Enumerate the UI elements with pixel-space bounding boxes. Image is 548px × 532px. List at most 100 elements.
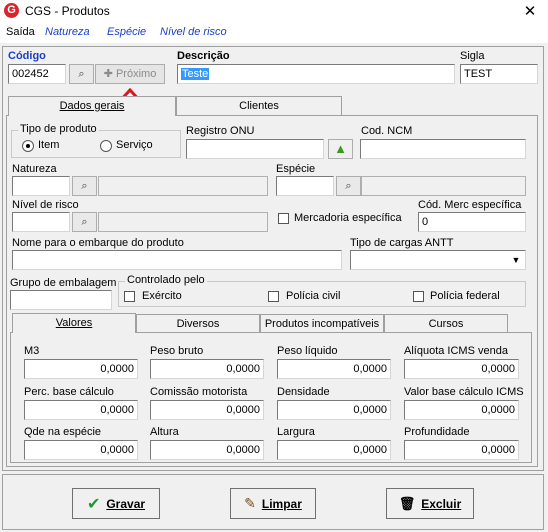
excluir-button[interactable]: 🗑 Excluir [386, 488, 474, 519]
tab-produtos-incompativeis-label: Produtos incompatíveis [264, 318, 380, 330]
registro-onu-field[interactable] [186, 139, 324, 159]
natureza-code-field[interactable] [12, 176, 70, 196]
binoculars-icon: ⌕ [78, 68, 85, 80]
mercadoria-especifica-label: Mercadoria específica [294, 212, 402, 224]
tab-diversos[interactable]: Diversos [136, 314, 260, 333]
perc-base-calculo-label: Perc. base cálculo [24, 386, 114, 398]
peso-bruto-field[interactable]: 0,0000 [150, 359, 264, 379]
radio-servico[interactable] [100, 140, 112, 152]
binoculars-icon: ⌕ [345, 180, 352, 192]
nome-embarque-field[interactable] [12, 250, 342, 270]
proximo-button[interactable]: ✚ Próximo [95, 64, 165, 84]
natureza-search-button[interactable]: ⌕ [72, 176, 97, 196]
checkmark-icon: ✔ [86, 495, 101, 513]
m3-field[interactable]: 0,0000 [24, 359, 138, 379]
descricao-field[interactable]: Teste [177, 64, 455, 84]
altura-field[interactable]: 0,0000 [150, 440, 264, 460]
cod-merc-field[interactable]: 0 [418, 212, 526, 232]
sigla-field[interactable]: TEST [460, 64, 538, 84]
tab-clientes-label: Clientes [239, 100, 279, 112]
perc-base-calculo-field[interactable]: 0,0000 [24, 400, 138, 420]
excluir-label: Excluir [421, 496, 462, 511]
exercito-checkbox[interactable] [124, 291, 135, 302]
radio-item-label: Item [38, 139, 60, 151]
registro-onu-label: Registro ONU [186, 125, 255, 137]
largura-label: Largura [277, 426, 315, 438]
valor-base-calculo-icms-field[interactable]: 0,0000 [404, 400, 519, 420]
especie-search-button[interactable]: ⌕ [336, 176, 361, 196]
aliquota-icms-label: Alíquota ICMS venda [404, 345, 508, 357]
largura-field[interactable]: 0,0000 [277, 440, 391, 460]
qde-especie-field[interactable]: 0,0000 [24, 440, 138, 460]
profundidade-field[interactable]: 0,0000 [404, 440, 519, 460]
comissao-motorista-field[interactable]: 0,0000 [150, 400, 264, 420]
menu-saida[interactable]: Saída [6, 26, 35, 38]
limpar-button[interactable]: ✎ Limpar [230, 488, 316, 519]
brush-icon: ✎ [244, 495, 256, 511]
policia-federal-checkbox[interactable] [413, 291, 424, 302]
grupo-embalagem-field[interactable] [10, 290, 112, 310]
codigo-label: Código [8, 50, 46, 62]
cod-ncm-field[interactable] [360, 139, 526, 159]
natureza-label: Natureza [12, 163, 57, 175]
descricao-label: Descrição [177, 50, 230, 62]
densidade-field[interactable]: 0,0000 [277, 400, 391, 420]
window-title: CGS - Produtos [25, 4, 110, 18]
menu-especie[interactable]: Espécie [107, 26, 146, 38]
warning-icon: ▲ [334, 141, 347, 156]
especie-code-field[interactable] [276, 176, 334, 196]
peso-liquido-label: Peso líquido [277, 345, 338, 357]
controlado-label: Controlado pelo [125, 274, 207, 286]
cod-ncm-label: Cod. NCM [361, 125, 413, 137]
exercito-label: Exército [142, 290, 182, 302]
gravar-button[interactable]: ✔ Gravar [72, 488, 160, 519]
nivel-risco-label: Nível de risco [12, 199, 79, 211]
close-button[interactable]: ✕ [512, 0, 548, 23]
comissao-motorista-label: Comissão motorista [150, 386, 248, 398]
tab-diversos-label: Diversos [176, 318, 220, 330]
tab-cursos-label: Cursos [428, 318, 464, 330]
mercadoria-especifica-checkbox[interactable] [278, 213, 289, 224]
valor-base-calculo-icms-label: Valor base cálculo ICMS [404, 386, 524, 398]
tipo-produto-label: Tipo de produto [18, 123, 99, 135]
m3-label: M3 [24, 345, 40, 357]
cod-merc-label: Cód. Merc específica [418, 199, 522, 211]
densidade-label: Densidade [277, 386, 330, 398]
tab-clientes[interactable]: Clientes [176, 96, 342, 115]
tipo-produto-group: Tipo de produto [11, 123, 181, 158]
codigo-field[interactable]: 002452 [8, 64, 66, 84]
altura-label: Altura [150, 426, 179, 438]
menu-natureza[interactable]: Natureza [45, 26, 90, 38]
tab-dados-gerais[interactable]: Dados gerais [8, 96, 176, 116]
search-codigo-button[interactable]: ⌕ [69, 64, 94, 84]
nivel-risco-code-field[interactable] [12, 212, 70, 232]
nome-embarque-label: Nome para o embarque do produto [12, 237, 184, 249]
binoculars-icon: ⌕ [81, 180, 88, 192]
radio-item[interactable] [22, 140, 34, 152]
tab-valores[interactable]: Valores [12, 313, 136, 333]
menu-nivel-de-risco[interactable]: Nível de risco [160, 26, 227, 38]
nivel-risco-search-button[interactable]: ⌕ [72, 212, 97, 232]
plus-icon: ✚ [103, 68, 113, 80]
tab-cursos[interactable]: Cursos [384, 314, 508, 333]
policia-civil-label: Polícia civil [286, 290, 341, 302]
gravar-label: Gravar [106, 496, 146, 511]
peso-bruto-label: Peso bruto [150, 345, 204, 357]
nivel-risco-description-field [98, 212, 268, 232]
tab-dados-gerais-label: Dados gerais [59, 100, 125, 112]
registro-onu-lookup-button[interactable]: ▲ [328, 139, 353, 159]
profundidade-label: Profundidade [404, 426, 470, 438]
tipo-cargas-select[interactable]: ▼ [350, 250, 526, 270]
peso-liquido-field[interactable]: 0,0000 [277, 359, 391, 379]
tab-produtos-incompativeis[interactable]: Produtos incompatíveis [260, 314, 384, 333]
app-logo-icon: G [4, 3, 19, 18]
policia-civil-checkbox[interactable] [268, 291, 279, 302]
especie-description-field [361, 176, 526, 196]
chevron-down-icon: ▼ [508, 252, 524, 268]
trash-icon: 🗑 [398, 495, 416, 511]
aliquota-icms-field[interactable]: 0,0000 [404, 359, 519, 379]
tab-valores-label: Valores [55, 317, 93, 329]
grupo-embalagem-label: Grupo de embalagem [10, 277, 117, 289]
radio-servico-label: Serviço [116, 139, 153, 151]
tipo-cargas-label: Tipo de cargas ANTT [350, 237, 454, 249]
